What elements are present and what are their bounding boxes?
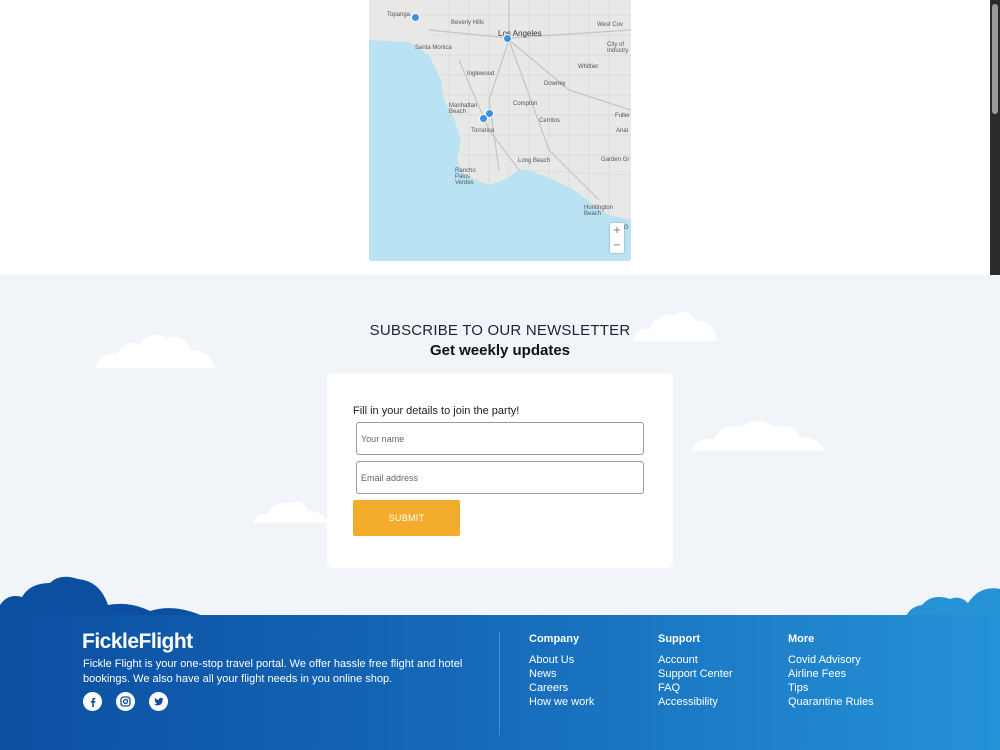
footer-link-tips[interactable]: Tips [788, 681, 874, 695]
footer-link-covid-advisory[interactable]: Covid Advisory [788, 653, 874, 667]
map-label-manhattan-beach: Manhattan Beach [449, 103, 478, 115]
newsletter-section: SUBSCRIBE TO OUR NEWSLETTER Get weekly u… [0, 275, 1000, 615]
facebook-icon[interactable] [83, 692, 102, 711]
map-section: Topanga Beverly Hills Los Angeles West C… [0, 0, 990, 275]
cloud-icon [253, 502, 327, 523]
map-label-cerritos: Cerritos [539, 118, 561, 124]
map-label-topanga: Topanga [387, 12, 411, 18]
footer-cloud-edge [0, 576, 1000, 620]
footer-description: Fickle Flight is your one-stop travel po… [83, 658, 463, 685]
map-label-rancho-palos-verdes: Rancho Palos Verdes [455, 168, 476, 186]
footer-column-company: Company About Us News Careers How we wor… [529, 633, 594, 709]
map-label-fullerton: Fuller [615, 113, 631, 119]
map-marker[interactable] [479, 114, 488, 123]
footer-column-title: Company [529, 633, 580, 645]
map-label-beverly-hills: Beverly Hills [451, 20, 485, 26]
site-footer: FickleFlight Fickle Flight is your one-s… [0, 615, 1000, 750]
form-intro-text: Fill in your details to join the party! [353, 405, 520, 417]
social-links [83, 692, 168, 711]
scrollbar-thumb[interactable] [992, 4, 998, 114]
footer-column-title: More [788, 633, 815, 645]
map-zoom-control: + − [610, 223, 624, 253]
map-label-edge: G [624, 225, 629, 231]
location-map[interactable]: Topanga Beverly Hills Los Angeles West C… [369, 0, 631, 261]
cloud-icon [692, 421, 824, 451]
newsletter-subtitle: Get weekly updates [429, 342, 571, 359]
footer-link-careers[interactable]: Careers [529, 681, 594, 695]
newsletter-title: SUBSCRIBE TO OUR NEWSLETTER [369, 322, 631, 339]
footer-column-more: More Covid Advisory Airline Fees Tips Qu… [788, 633, 874, 709]
footer-link-how-we-work[interactable]: How we work [529, 695, 594, 709]
footer-column-support: Support Account Support Center FAQ Acces… [658, 633, 733, 709]
map-label-garden-grove: Garden Gr [601, 157, 630, 163]
map-label-huntington-beach: Huntington Beach [584, 205, 614, 217]
zoom-out-button[interactable]: − [610, 238, 624, 253]
newsletter-form-card: Fill in your details to join the party! … [327, 373, 673, 568]
instagram-icon[interactable] [116, 692, 135, 711]
footer-link-account[interactable]: Account [658, 653, 733, 667]
twitter-icon[interactable] [149, 692, 168, 711]
map-marker[interactable] [411, 13, 420, 22]
footer-link-about-us[interactable]: About Us [529, 653, 594, 667]
page-scrollbar[interactable] [990, 0, 1000, 297]
name-input[interactable] [356, 422, 644, 455]
footer-link-quarantine-rules[interactable]: Quarantine Rules [788, 695, 874, 709]
map-label-city-of-industry: City of Industry [607, 42, 629, 54]
map-label-downey: Downey [544, 81, 566, 87]
footer-divider [499, 632, 500, 735]
map-label-torrance: Torrance [471, 128, 495, 134]
submit-button[interactable]: SUBMIT [353, 500, 460, 536]
footer-column-title: Support [658, 633, 701, 645]
map-label-santa-monica: Santa Monica [415, 45, 452, 51]
map-label-west-covina: West Cov [597, 22, 623, 28]
email-input[interactable] [356, 461, 644, 494]
footer-link-news[interactable]: News [529, 667, 594, 681]
footer-link-faq[interactable]: FAQ [658, 681, 733, 695]
map-tiles [369, 0, 631, 261]
map-label-long-beach: Long Beach [518, 158, 551, 164]
map-label-anaheim: Anal [616, 128, 629, 134]
map-marker[interactable] [503, 34, 512, 43]
map-label-whittier: Whittier [578, 64, 599, 70]
footer-link-support-center[interactable]: Support Center [658, 667, 733, 681]
footer-link-airline-fees[interactable]: Airline Fees [788, 667, 874, 681]
footer-link-accessibility[interactable]: Accessibility [658, 695, 733, 709]
footer-logo[interactable]: FickleFlight [82, 630, 193, 654]
map-label-compton: Compton [513, 101, 538, 107]
zoom-in-button[interactable]: + [610, 223, 624, 238]
map-label-inglewood: Inglewood [467, 71, 495, 77]
